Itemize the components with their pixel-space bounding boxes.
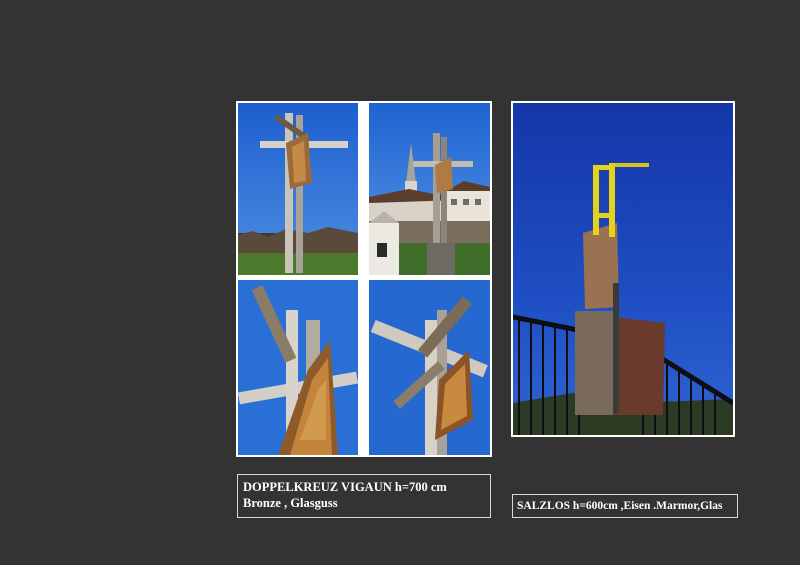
caption-doppelkreuz-material: Bronze , Glasguss (243, 496, 338, 510)
caption-salzlos-text: SALZLOS h=600cm ,Eisen .Marmor,Glas (517, 500, 723, 512)
photo-double-cross-closeup-left (238, 280, 358, 455)
caption-doppelkreuz-title: DOPPELKREUZ VIGAUN h=700 cm (243, 480, 447, 494)
caption-salzlos: SALZLOS h=600cm ,Eisen .Marmor,Glas (512, 494, 738, 518)
photo-double-cross-village (369, 103, 490, 275)
photo-double-cross-closeup-right (369, 280, 490, 455)
caption-doppelkreuz: DOPPELKREUZ VIGAUN h=700 cm Bronze , Gla… (237, 474, 491, 518)
photo-salzlos (513, 103, 733, 435)
photo-double-cross-front (238, 103, 358, 275)
